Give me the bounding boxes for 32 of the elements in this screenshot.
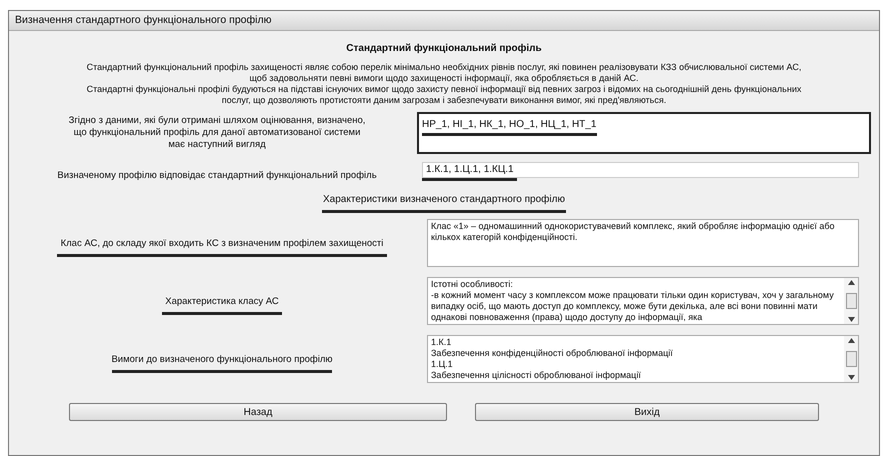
dialog-button[interactable]: Вихід bbox=[475, 403, 819, 421]
textarea-line: Забезпечення конфіденційності оброблюваної інформації bbox=[431, 348, 674, 359]
scroll-down-icon[interactable] bbox=[848, 375, 854, 380]
scroll-down-icon[interactable] bbox=[848, 317, 854, 322]
standard-label: Визначеному профілю відповідає стандартний функціональний профіль bbox=[57, 170, 377, 181]
textarea-line: Забезпечення цілісності оброблюваної інформації bbox=[431, 370, 642, 381]
textarea-line: 1.Ц.1 bbox=[431, 359, 454, 370]
textarea-line: Клас «1» – одномашинний однокористувачевий комплекс, який обробляє інформацію однієї або кількох категорій конфіденційності. bbox=[431, 221, 836, 243]
detail-label: Клас АС, до складу якої входить КС з визначеним профілем захищеності bbox=[60, 238, 384, 248]
detail-label: Вимоги до визначеного функціонального профілю bbox=[111, 354, 333, 364]
scrollbar[interactable] bbox=[844, 336, 858, 382]
heading: Стандартний функціональний профіль bbox=[345, 42, 543, 56]
detail-textarea[interactable] bbox=[427, 277, 859, 325]
detail-textarea[interactable]: 1.К.1 Забезпечення конфіденційності оброблюваної інформації 1.Ц.1 Забезпечення цілісності оброблюваної інформації bbox=[427, 335, 859, 383]
scroll-thumb[interactable] bbox=[846, 351, 856, 367]
detail-label: Характеристика класу АС bbox=[165, 296, 279, 306]
textarea-line: Істотні особливості: bbox=[431, 279, 514, 290]
scroll-thumb[interactable] bbox=[846, 293, 856, 309]
scrollbar[interactable] bbox=[844, 278, 858, 324]
description-paragraph: Стандартні функціональні профілі будуються на підставі існуючих вимог щодо захисту певної інформації від певних загроз і відомих на сьогоднішній день функціональних послуг, що дозволяють протистояти даним загрозам і забезпечувати виконання вимог, які пред'являються. bbox=[86, 84, 802, 106]
profile-label: Згідно з даними, які були отримані шляхом оцінювання, визначено, що функціональний профіль для даної автоматизованої системи має наступний вигляд bbox=[68, 115, 366, 151]
dialog-button[interactable]: Назад bbox=[69, 403, 447, 421]
textarea-line: 1.К.1 bbox=[431, 337, 452, 348]
scroll-up-icon[interactable] bbox=[848, 280, 854, 285]
description-paragraph: Стандартний функціональний профіль захищеності являє собою перелік мінімально необхідних рівнів послуг, які повинен реалізовувати КЗЗ обчислювальної системи АС, щоб задовольняти певні вимоги щодо захищеності інформації, яка обробляється в даній АС. bbox=[86, 62, 802, 84]
window-title: Визначення стандартного функціонального профілю bbox=[15, 12, 272, 28]
scroll-up-icon[interactable] bbox=[848, 338, 854, 343]
detail-textarea[interactable]: Клас «1» – одномашинний однокористувачевий комплекс, який обробляє інформацію однієї або кількох категорій конфіденційності. bbox=[427, 219, 859, 267]
profile-field[interactable]: НР_1, НІ_1, НК_1, НО_1, НЦ_1, НТ_1 bbox=[417, 112, 871, 154]
standard-field[interactable]: 1.К.1, 1.Ц.1, 1.КЦ.1 bbox=[422, 162, 859, 178]
section-heading: Характеристики визначеного стандартного профілю bbox=[323, 194, 565, 205]
textarea-line: -в кожний момент часу з комплексом може працювати тільки один користувач, хоч у загальному випадку осіб, що мають доступ до комплексу, може бути декілька, але всі вони повинні мати однакові повноваження (права) щодо доступу до інформації, яка bbox=[431, 290, 835, 323]
